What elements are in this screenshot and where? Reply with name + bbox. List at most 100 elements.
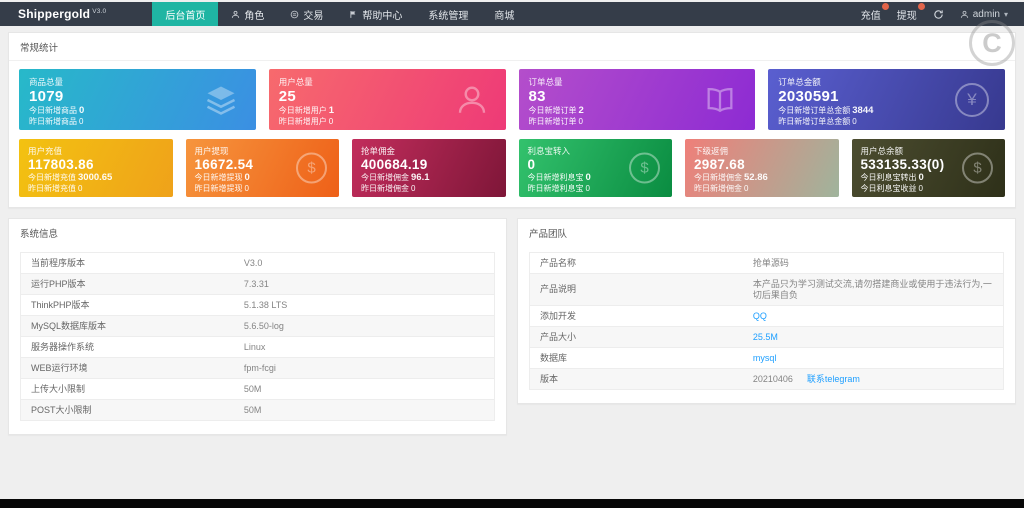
stats-row-2: 用户充值 117803.86 今日新增充值3000.65 昨日新增充值0 ? 用…	[19, 139, 1005, 197]
card-line-value: 3000.65	[78, 172, 113, 183]
card-line-value: 0	[918, 184, 923, 193]
stat-card-grab-commission: 抢单佣金 400684.19 今日新增佣金96.1 昨日新增佣金0 ?	[352, 139, 506, 197]
dollar-circle-icon: $	[296, 152, 327, 184]
card-line-label: 昨日新增用户	[278, 117, 327, 126]
product-size-link[interactable]: 25.5M	[753, 332, 778, 342]
card-line-label: 今日新增充值	[28, 173, 76, 182]
page: Shippergold V3.0 后台首页 角色 交易 帮助中心 系统管理 商城…	[0, 0, 1024, 508]
brand-version: V3.0	[92, 7, 107, 15]
row-value: V3.0	[233, 253, 494, 274]
product-team-table: 产品名称 抢单源码 产品说明 本产品只为学习测试交流,请勿搭建商业或使用于违法行为,…	[530, 253, 1003, 390]
nav-item-dashboard[interactable]: 后台首页	[152, 2, 219, 26]
brand-text: Shippergold	[18, 7, 91, 21]
recharge-link[interactable]: 充值	[860, 2, 889, 22]
chevron-down-icon: ▾	[1003, 9, 1008, 19]
card-line-label: 昨日新增提现	[194, 184, 243, 193]
row-value: 本产品只为学习测试交流,请勿搭建商业或使用于违法行为,一切后果自负	[742, 273, 1003, 306]
bottom-bar	[0, 499, 1024, 508]
row-value: 抢单源码	[742, 253, 1003, 274]
user-menu[interactable]: admin ▾	[960, 9, 1008, 20]
bottom-panels: 系统信息 当前程序版本 V3.0 运行PHP版本 7.3.31 ThinkPHP版本…	[8, 218, 1016, 435]
row-label: 服务器操作系统	[21, 336, 234, 358]
system-info-table: 当前程序版本 V3.0 运行PHP版本 7.3.31 ThinkPHP版本 5.1.3…	[21, 253, 494, 421]
card-line-value: 0	[79, 117, 84, 126]
dollar-circle-icon: $	[962, 152, 993, 184]
nav-label: 帮助中心	[362, 10, 403, 22]
nav-label: 角色	[244, 10, 265, 22]
row-label: 产品大小	[530, 326, 743, 348]
nav-item-transactions[interactable]: 交易	[277, 2, 336, 26]
table-row: POST大小限制 50M	[21, 399, 494, 421]
developer-contact-link[interactable]: QQ	[753, 311, 767, 321]
username: admin	[972, 8, 1000, 20]
database-link[interactable]: mysql	[753, 353, 777, 363]
stat-card-orders: 订单总量 83 今日新增订单 2 昨日新增订单 0	[518, 69, 756, 130]
row-label: 添加开发	[530, 305, 743, 327]
table-row: 产品大小 25.5M	[530, 326, 1003, 348]
table-row: 运行PHP版本 7.3.31	[21, 273, 494, 295]
refresh-icon[interactable]	[933, 9, 944, 20]
card-title: 下级返佣	[694, 146, 729, 156]
row-value: 5.1.38 LTS	[233, 294, 494, 316]
row-value: 50M	[233, 399, 494, 421]
row-value: 5.6.50-log	[233, 315, 494, 337]
table-row: 上传大小限制 50M	[21, 378, 494, 400]
nav-label: 系统管理	[428, 10, 469, 22]
row-label: MySQL数据库版本	[21, 315, 234, 337]
card-line-value: 2	[578, 105, 584, 116]
top-navbar: Shippergold V3.0 后台首页 角色 交易 帮助中心 系统管理 商城…	[0, 2, 1024, 26]
withdraw-link[interactable]: 提现	[896, 2, 925, 22]
stats-row-1: 商品总量 1079 今日新增商品 0 昨日新增商品 0 用户总量 25 今日新增用户…	[19, 69, 1005, 130]
stat-card-withdraw: 用户提现 16672.54 今日新增提现 0 昨日新增提现 0 $	[185, 139, 339, 197]
card-line-label: 今日利息宝转出	[860, 173, 917, 182]
card-line-label: 今日新增佣金	[361, 173, 409, 182]
card-line-label: 昨日新增订单	[528, 117, 577, 126]
row-label: 当前程序版本	[21, 253, 234, 274]
telegram-contact-link[interactable]: 联系telegram	[807, 374, 860, 384]
brand-logo[interactable]: Shippergold V3.0	[0, 2, 122, 26]
row-label: POST大小限制	[21, 399, 234, 421]
card-value: 2987.68	[694, 157, 745, 172]
table-row: 服务器操作系统 Linux	[21, 336, 494, 358]
stat-card-sub-rebate: 下级返佣 2987.68 今日新增佣金52.86 昨日新增佣金0 ?	[685, 139, 839, 197]
card-line-value: 0	[585, 184, 590, 193]
table-row: 版本 20210406 联系telegram	[530, 368, 1003, 390]
row-label: 产品说明	[530, 273, 743, 306]
stat-card-products: 商品总量 1079 今日新增商品 0 昨日新增商品 0	[19, 69, 256, 130]
card-line-label: 昨日新增利息宝	[527, 184, 584, 193]
card-line-value: 0	[244, 184, 249, 193]
table-row: WEB运行环境 fpm-fcgi	[21, 357, 494, 379]
user-icon	[454, 82, 490, 118]
card-line-label: 今日新增利息宝	[527, 173, 584, 182]
row-value: Linux	[233, 336, 494, 358]
stats-body: 商品总量 1079 今日新增商品 0 昨日新增商品 0 用户总量 25 今日新增用户…	[9, 61, 1015, 207]
table-row: ThinkPHP版本 5.1.38 LTS	[21, 294, 494, 316]
card-line-value: 0	[78, 184, 83, 193]
card-line-value: 0	[79, 105, 85, 116]
nav-item-system-admin[interactable]: 系统管理	[415, 2, 481, 26]
stat-card-users: 用户总量 25 今日新增用户 1 昨日新增用户 0	[268, 69, 506, 130]
table-row: 数据库 mysql	[530, 347, 1003, 369]
stat-card-order-amount: 订单总金额 2030591 今日新增订单总金额 3844 昨日新增订单总金额 0 ¥	[768, 69, 1005, 130]
nav-item-help-center[interactable]: 帮助中心	[336, 2, 415, 26]
card-line-label: 昨日新增充值	[28, 184, 76, 193]
row-value: 50M	[233, 378, 494, 400]
nav-item-roles[interactable]: 角色	[218, 2, 277, 26]
row-label: 版本	[530, 368, 743, 390]
card-line-value: 0	[744, 184, 749, 193]
user-avatar-icon	[960, 10, 969, 19]
nav-item-mall[interactable]: 商城	[481, 2, 527, 26]
card-line-label: 今日新增佣金	[694, 173, 742, 182]
person-icon	[231, 10, 240, 19]
system-info-panel: 系统信息 当前程序版本 V3.0 运行PHP版本 7.3.31 ThinkPHP版本…	[8, 218, 507, 435]
row-value: fpm-fcgi	[233, 357, 494, 379]
card-line-label: 今日新增用户	[278, 106, 327, 115]
recharge-label: 充值	[860, 10, 881, 22]
card-line-label: 今日新增商品	[29, 106, 77, 115]
card-line-value: 0	[852, 117, 857, 126]
panel-title: 系统信息	[20, 229, 59, 240]
table-row: 当前程序版本 V3.0	[21, 253, 494, 274]
card-value: 117803.86	[28, 157, 94, 172]
stat-card-total-balance: 用户总余额 533135.33(0) 今日利息宝转出 0 今日利息宝收益 0 $	[851, 139, 1005, 197]
withdraw-label: 提现	[896, 10, 917, 22]
